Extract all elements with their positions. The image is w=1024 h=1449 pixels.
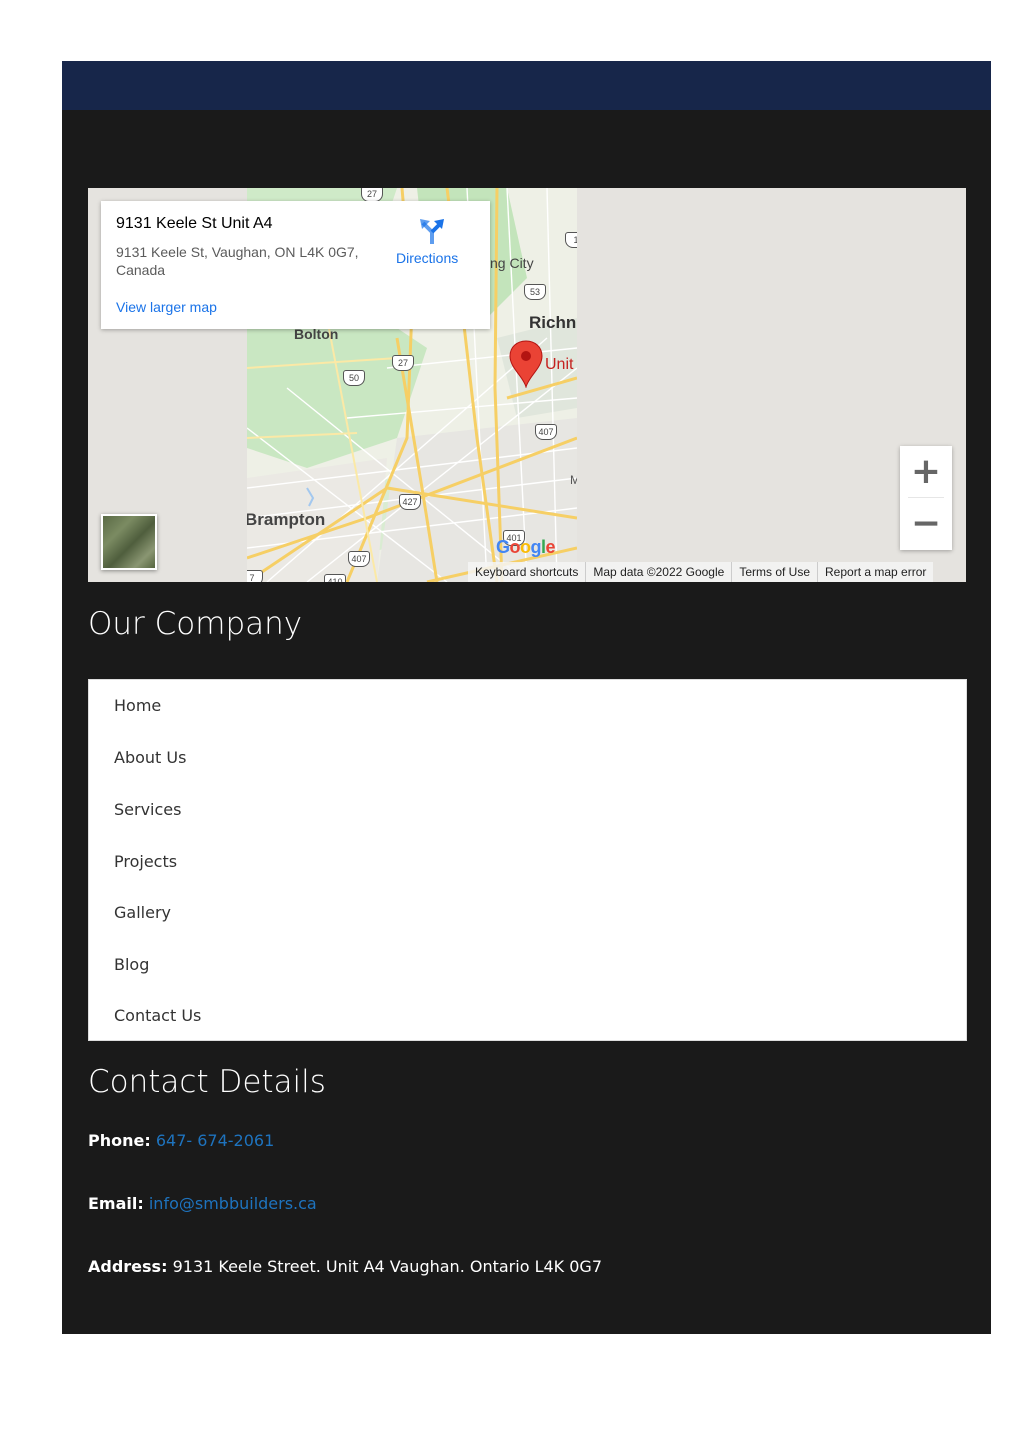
map-label-brampton: Brampton [247, 510, 326, 529]
map-label-richmond: Richn [529, 313, 577, 332]
zoom-control: + − [900, 446, 952, 550]
keyboard-shortcuts-link[interactable]: Keyboard shortcuts [468, 562, 586, 582]
contact-details-heading: Contact Details [88, 1064, 326, 1100]
phone-label: Phone: [88, 1131, 151, 1150]
map-label-king-city: ng City [490, 255, 534, 271]
google-logo: Google [496, 537, 556, 557]
google-map[interactable]: 27 1 53 27 50 407 427 401 407 410 7 Bolt… [88, 188, 966, 582]
view-larger-map-link[interactable]: View larger map [116, 299, 217, 315]
phone-line: Phone: 647- 674-2061 [88, 1131, 274, 1150]
email-line: Email: info@smbbuilders.ca [88, 1194, 317, 1213]
route-badge: 427 [399, 494, 421, 510]
zoom-out-button[interactable]: − [900, 498, 952, 550]
map-label-m: M [570, 473, 577, 487]
route-badge: 407 [535, 424, 557, 440]
route-badge: 27 [361, 188, 383, 202]
menu-item-about-us[interactable]: About Us [114, 748, 186, 767]
route-badge: 1 [565, 232, 577, 248]
menu-item-contact-us[interactable]: Contact Us [114, 1006, 201, 1025]
map-pin-icon[interactable] [509, 340, 543, 388]
map-footer: Keyboard shortcuts Map data ©2022 Google… [468, 562, 934, 582]
terms-of-use-link[interactable]: Terms of Use [731, 562, 818, 582]
place-info-card: 9131 Keele St Unit A4 9131 Keele St, Vau… [101, 201, 490, 329]
place-address: 9131 Keele St, Vaughan, ON L4K 0G7, Cana… [116, 244, 359, 278]
route-badge: 50 [343, 370, 365, 386]
menu-item-projects[interactable]: Projects [114, 852, 177, 871]
route-badge: 27 [392, 355, 414, 371]
route-badge: 7 [247, 570, 263, 582]
menu-item-gallery[interactable]: Gallery [114, 903, 171, 922]
menu-item-services[interactable]: Services [114, 800, 181, 819]
address-text: 9131 Keele Street. Unit A4 Vaughan. Onta… [172, 1257, 602, 1276]
route-badge: 53 [524, 284, 546, 300]
email-label: Email: [88, 1194, 144, 1213]
route-badge: 410 [324, 574, 346, 582]
map-label-unit: Unit [545, 356, 574, 373]
directions-icon[interactable] [418, 217, 446, 245]
email-link[interactable]: info@smbbuilders.ca [149, 1194, 317, 1213]
address-line: Address: 9131 Keele Street. Unit A4 Vaug… [88, 1257, 602, 1276]
menu-item-home[interactable]: Home [114, 696, 161, 715]
directions-link[interactable]: Directions [396, 250, 458, 266]
route-badge: 407 [348, 551, 370, 567]
menu-item-blog[interactable]: Blog [114, 955, 149, 974]
satellite-toggle[interactable] [101, 514, 157, 570]
company-menu: Home About Us Services Projects Gallery … [88, 679, 967, 1041]
header-bar [62, 61, 991, 110]
zoom-in-button[interactable]: + [900, 446, 952, 498]
phone-link[interactable]: 647- 674-2061 [156, 1131, 274, 1150]
our-company-heading: Our Company [88, 606, 303, 642]
page-frame: 27 1 53 27 50 407 427 401 407 410 7 Bolt… [62, 61, 991, 1334]
map-data-label: Map data ©2022 Google [585, 562, 732, 582]
place-title: 9131 Keele St Unit A4 [116, 215, 273, 232]
report-map-error-link[interactable]: Report a map error [817, 562, 934, 582]
address-label: Address: [88, 1257, 168, 1276]
